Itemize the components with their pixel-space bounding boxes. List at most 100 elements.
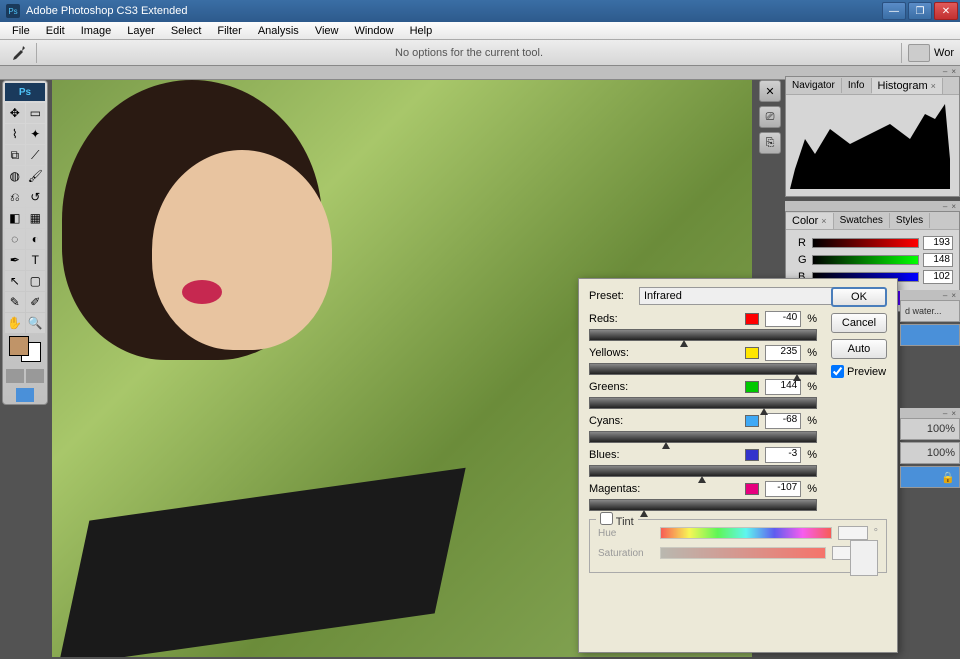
dodge-tool[interactable]: ◐ — [26, 229, 46, 249]
tab-histogram[interactable]: Histogram× — [872, 78, 943, 94]
panel-toggle-icon[interactable]: ✕ — [759, 80, 781, 102]
tint-checkbox-input[interactable] — [600, 512, 613, 525]
percent-unit: % — [807, 381, 817, 393]
tab-info[interactable]: Info — [842, 78, 872, 93]
eyedropper-tool[interactable]: ✐ — [26, 292, 46, 312]
minimize-panel-icon[interactable]: – — [943, 291, 947, 300]
tools-panel-header[interactable]: Ps — [5, 83, 45, 101]
heal-tool[interactable]: ◍ — [5, 166, 25, 186]
channel-slider[interactable] — [589, 431, 817, 443]
maximize-button[interactable]: ❐ — [908, 2, 932, 20]
hue-value[interactable] — [838, 526, 868, 540]
panel-toggle-icon[interactable]: ⎚ — [759, 106, 781, 128]
foreground-color-swatch[interactable] — [9, 336, 29, 356]
channel-value-input[interactable]: -68 — [765, 413, 801, 429]
opacity-row[interactable]: 100% — [900, 418, 960, 440]
blur-tool[interactable]: ◌ — [5, 229, 25, 249]
stamp-tool[interactable]: ⎌ — [5, 187, 25, 207]
tint-preview-swatch — [850, 540, 878, 576]
g-slider[interactable] — [812, 255, 919, 265]
channel-slider[interactable] — [589, 499, 817, 511]
degree-unit: ° — [874, 527, 878, 539]
tab-styles[interactable]: Styles — [890, 213, 930, 228]
menu-filter[interactable]: Filter — [209, 23, 249, 39]
auto-button[interactable]: Auto — [831, 339, 887, 359]
layers-panel-fragment: – × d water... – × 100% 100% 🔒 — [900, 290, 960, 490]
tab-swatches[interactable]: Swatches — [834, 213, 890, 228]
channel-value-input[interactable]: 235 — [765, 345, 801, 361]
channel-row: Cyans:-68% — [589, 413, 817, 443]
menu-view[interactable]: View — [307, 23, 347, 39]
channel-value-input[interactable]: -3 — [765, 447, 801, 463]
close-panel-icon[interactable]: × — [951, 409, 956, 418]
channel-slider[interactable] — [589, 465, 817, 477]
notes-tool[interactable]: ✎ — [5, 292, 25, 312]
close-panel-icon[interactable]: × — [951, 67, 956, 76]
menu-select[interactable]: Select — [163, 23, 210, 39]
menu-help[interactable]: Help — [402, 23, 441, 39]
zoom-tool[interactable]: 🔍 — [26, 313, 46, 333]
brush-tool[interactable]: 🖌 — [26, 166, 46, 186]
minimize-panel-icon[interactable]: – — [943, 409, 947, 418]
channel-slider[interactable] — [589, 329, 817, 341]
histogram-panel: Navigator Info Histogram× — [785, 76, 960, 197]
workspace-icon[interactable] — [908, 44, 930, 62]
type-tool[interactable]: T — [26, 250, 46, 270]
histogram-graph — [790, 99, 950, 189]
ok-button[interactable]: OK — [831, 287, 887, 307]
quickmask-mode-button[interactable] — [26, 369, 44, 383]
tab-color[interactable]: Color× — [786, 213, 834, 229]
channel-value-input[interactable]: -40 — [765, 311, 801, 327]
menu-window[interactable]: Window — [346, 23, 401, 39]
screenmode-button[interactable] — [16, 388, 34, 402]
tint-checkbox[interactable]: Tint — [600, 517, 634, 528]
menu-edit[interactable]: Edit — [38, 23, 73, 39]
menu-layer[interactable]: Layer — [119, 23, 163, 39]
move-tool[interactable]: ✥ — [5, 103, 25, 123]
lock-icon: 🔒 — [941, 471, 955, 484]
cancel-button[interactable]: Cancel — [831, 313, 887, 333]
eraser-tool[interactable]: ◧ — [5, 208, 25, 228]
channel-value-input[interactable]: -107 — [765, 481, 801, 497]
preview-checkbox[interactable]: Preview — [831, 365, 887, 378]
standard-mode-button[interactable] — [6, 369, 24, 383]
document-tab[interactable]: d water... — [900, 300, 960, 322]
lasso-tool[interactable]: ⌇ — [5, 124, 25, 144]
shape-tool[interactable]: ▢ — [26, 271, 46, 291]
channel-slider[interactable] — [589, 397, 817, 409]
b-value[interactable]: 102 — [923, 270, 953, 284]
tab-navigator[interactable]: Navigator — [786, 78, 842, 93]
marquee-tool[interactable]: ▭ — [26, 103, 46, 123]
path-tool[interactable]: ↖ — [5, 271, 25, 291]
history-brush-tool[interactable]: ↺ — [26, 187, 46, 207]
fill-row[interactable]: 100% — [900, 442, 960, 464]
crop-tool[interactable]: ⧉ — [5, 145, 25, 165]
hand-tool[interactable]: ✋ — [5, 313, 25, 333]
minimize-panel-icon[interactable]: – — [943, 67, 947, 76]
channel-value-input[interactable]: 144 — [765, 379, 801, 395]
pen-tool[interactable]: ✒ — [5, 250, 25, 270]
wand-tool[interactable]: ✦ — [26, 124, 46, 144]
saturation-slider[interactable] — [660, 547, 826, 559]
menu-file[interactable]: File — [4, 23, 38, 39]
hue-slider[interactable] — [660, 527, 832, 539]
minimize-panel-icon[interactable]: – — [943, 202, 947, 211]
layer-thumbnail[interactable] — [900, 324, 960, 346]
channel-slider[interactable] — [589, 363, 817, 375]
close-button[interactable]: ✕ — [934, 2, 958, 20]
close-panel-icon[interactable]: × — [951, 291, 956, 300]
minimize-button[interactable]: — — [882, 2, 906, 20]
slice-tool[interactable]: ⟋ — [26, 145, 46, 165]
g-value[interactable]: 148 — [923, 253, 953, 267]
close-panel-icon[interactable]: × — [951, 202, 956, 211]
gradient-tool[interactable]: ▦ — [26, 208, 46, 228]
r-value[interactable]: 193 — [923, 236, 953, 250]
menu-analysis[interactable]: Analysis — [250, 23, 307, 39]
window-title: Adobe Photoshop CS3 Extended — [26, 5, 882, 17]
preview-checkbox-input[interactable] — [831, 365, 844, 378]
menu-image[interactable]: Image — [73, 23, 120, 39]
r-slider[interactable] — [812, 238, 919, 248]
active-layer[interactable]: 🔒 — [900, 466, 960, 488]
color-swatches[interactable] — [5, 334, 45, 364]
panel-toggle-icon[interactable]: ⎘ — [759, 132, 781, 154]
